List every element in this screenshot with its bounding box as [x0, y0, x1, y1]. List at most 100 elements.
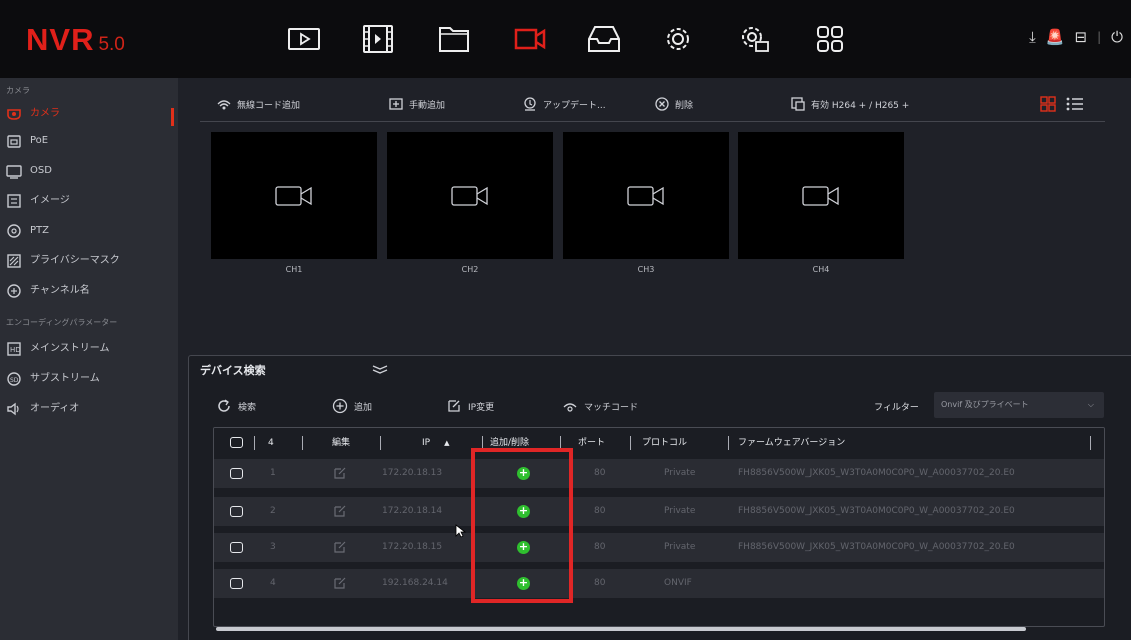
video-clip-icon[interactable]: [360, 24, 396, 54]
select-all-checkbox[interactable]: [230, 437, 243, 448]
video-camera-icon: [802, 185, 839, 206]
table-row[interactable]: 3 172.20.18.15 + 80 Private FH8856V500W_…: [214, 533, 1104, 562]
edit-icon[interactable]: [334, 577, 346, 589]
sidebar-item-audio[interactable]: オーディオ: [0, 394, 178, 424]
row-protocol: Private: [664, 468, 696, 478]
delete-icon: [655, 97, 669, 111]
app-logo: NVR 5.0: [26, 22, 125, 58]
row-firmware: FH8856V500W_JXK05_W3T0A0M0C0P0_W_A000377…: [738, 506, 1015, 516]
sidebar-section-encoding: エンコーディングパラメーター: [6, 318, 118, 327]
wireless-icon: [217, 100, 231, 110]
row-number: 3: [270, 542, 276, 552]
logo-version: 5.0: [98, 34, 125, 55]
wireless-add-label: 無線コード追加: [237, 100, 301, 111]
row-checkbox[interactable]: [230, 542, 243, 553]
sidebar-item-osd[interactable]: OSD: [0, 156, 178, 186]
table-header: 4 編集 IP ▲ 追加/削除 ポート プロトコル ファームウェアバージョン: [214, 428, 1104, 458]
sidebar-item-label: OSD: [30, 165, 52, 176]
highlight-box: [471, 448, 573, 603]
sidebar-item-privacy-mask[interactable]: プライバシーマスク: [0, 246, 178, 276]
refresh-icon: [218, 399, 230, 412]
sidebar-item-label: チャンネル名: [30, 285, 90, 296]
horizontal-scrollbar[interactable]: [216, 627, 1026, 631]
channel-tile-ch1[interactable]: [211, 132, 377, 259]
apps-grid-icon[interactable]: [812, 24, 848, 54]
row-protocol: Private: [664, 542, 696, 552]
filter-select[interactable]: Onvif 及びプライベート ⌵: [934, 392, 1104, 418]
power-icon[interactable]: ⏻: [1111, 28, 1123, 46]
sidebar-item-mainstream[interactable]: HD メインストリーム: [0, 334, 178, 364]
row-firmware: FH8856V500W_JXK05_W3T0A0M0C0P0_W_A000377…: [738, 468, 1015, 478]
sidebar: カメラ カメラ PoE OSD イメージ PTZ プライバシーマスク チャンネル…: [0, 78, 178, 640]
mainstream-icon: HD: [7, 342, 21, 356]
channel-tile-ch4[interactable]: [738, 132, 904, 259]
row-port: 80: [594, 542, 606, 552]
header-firmware: ファームウェアバージョン: [738, 438, 846, 448]
sidebar-item-label: イメージ: [30, 195, 70, 206]
storage-status-icon[interactable]: ⊟: [1075, 28, 1088, 46]
sidebar-item-label: PoE: [30, 135, 49, 146]
add-button[interactable]: 追加: [332, 398, 372, 414]
download-icon[interactable]: ⤓: [1029, 28, 1036, 46]
chevron-down-icon: ⌵: [1087, 400, 1094, 409]
storage-icon[interactable]: [586, 24, 622, 54]
match-code-label: マッチコード: [584, 402, 639, 413]
delete-label: 削除: [675, 100, 694, 111]
edit-icon[interactable]: [334, 505, 346, 517]
sidebar-item-ptz[interactable]: PTZ: [0, 216, 178, 246]
alarm-icon[interactable]: 🚨: [1046, 28, 1065, 46]
osd-icon: [6, 165, 22, 179]
table-row[interactable]: 2 172.20.18.14 + 80 Private FH8856V500W_…: [214, 497, 1104, 526]
header-separator: [728, 436, 729, 450]
h265-label: 有効 H264 + / H265 +: [811, 100, 910, 111]
channel-tile-ch2[interactable]: [387, 132, 553, 259]
sidebar-item-poe[interactable]: PoE: [0, 126, 178, 156]
playback-icon[interactable]: [286, 24, 322, 54]
channel-name-icon: [7, 284, 21, 298]
header-separator: [1090, 436, 1091, 450]
channel-label: CH1: [285, 265, 303, 274]
table-row[interactable]: 4 192.168.24.14 + 80 ONVIF: [214, 569, 1104, 598]
channel-label: CH2: [461, 265, 479, 274]
edit-icon[interactable]: [334, 467, 346, 479]
ip-change-button[interactable]: IP変更: [446, 398, 494, 414]
sidebar-item-substream[interactable]: SD サブストリーム: [0, 364, 178, 394]
poe-icon: [7, 135, 21, 148]
channel-tile-ch3[interactable]: [563, 132, 729, 259]
sidebar-item-camera[interactable]: カメラ: [0, 102, 178, 126]
update-label: アップデート...: [543, 100, 606, 111]
header-ip[interactable]: IP ▲: [422, 428, 449, 458]
search-button[interactable]: 検索: [216, 398, 256, 414]
update-button[interactable]: アップデート...: [522, 96, 606, 112]
add-circle-icon: [332, 398, 348, 414]
edit-icon[interactable]: [334, 541, 346, 553]
row-ip: 172.20.18.14: [382, 506, 443, 516]
svg-text:HD: HD: [10, 346, 21, 354]
h265-toggle[interactable]: 有効 H264 + / H265 +: [790, 96, 909, 112]
header-separator: [630, 436, 631, 450]
settings-icon[interactable]: [660, 24, 696, 54]
wireless-add-button[interactable]: 無線コード追加: [216, 96, 300, 112]
list-view-icon[interactable]: [1066, 96, 1084, 112]
row-checkbox[interactable]: [230, 468, 243, 479]
row-protocol: ONVIF: [664, 578, 692, 588]
folder-icon[interactable]: [436, 24, 472, 54]
table-row[interactable]: 1 172.20.18.13 + 80 Private FH8856V500W_…: [214, 459, 1104, 488]
manual-add-button[interactable]: 手動追加: [388, 96, 445, 112]
header-port: ポート: [578, 438, 606, 448]
sort-asc-icon: ▲: [444, 439, 450, 447]
grid-view-icon[interactable]: [1040, 96, 1056, 112]
sidebar-item-channel-name[interactable]: チャンネル名: [0, 276, 178, 306]
video-camera-icon: [627, 185, 664, 206]
video-camera-icon: [451, 185, 488, 206]
row-checkbox[interactable]: [230, 578, 243, 589]
row-checkbox[interactable]: [230, 506, 243, 517]
sidebar-item-label: サブストリーム: [30, 373, 100, 384]
camera-icon[interactable]: [512, 24, 548, 54]
system-settings-icon[interactable]: [736, 24, 772, 54]
delete-button[interactable]: 削除: [654, 96, 693, 112]
sidebar-item-image[interactable]: イメージ: [0, 186, 178, 216]
filter-value: Onvif 及びプライベート: [941, 400, 1029, 409]
collapse-icon[interactable]: [372, 364, 388, 374]
match-code-button[interactable]: マッチコード: [562, 398, 638, 414]
